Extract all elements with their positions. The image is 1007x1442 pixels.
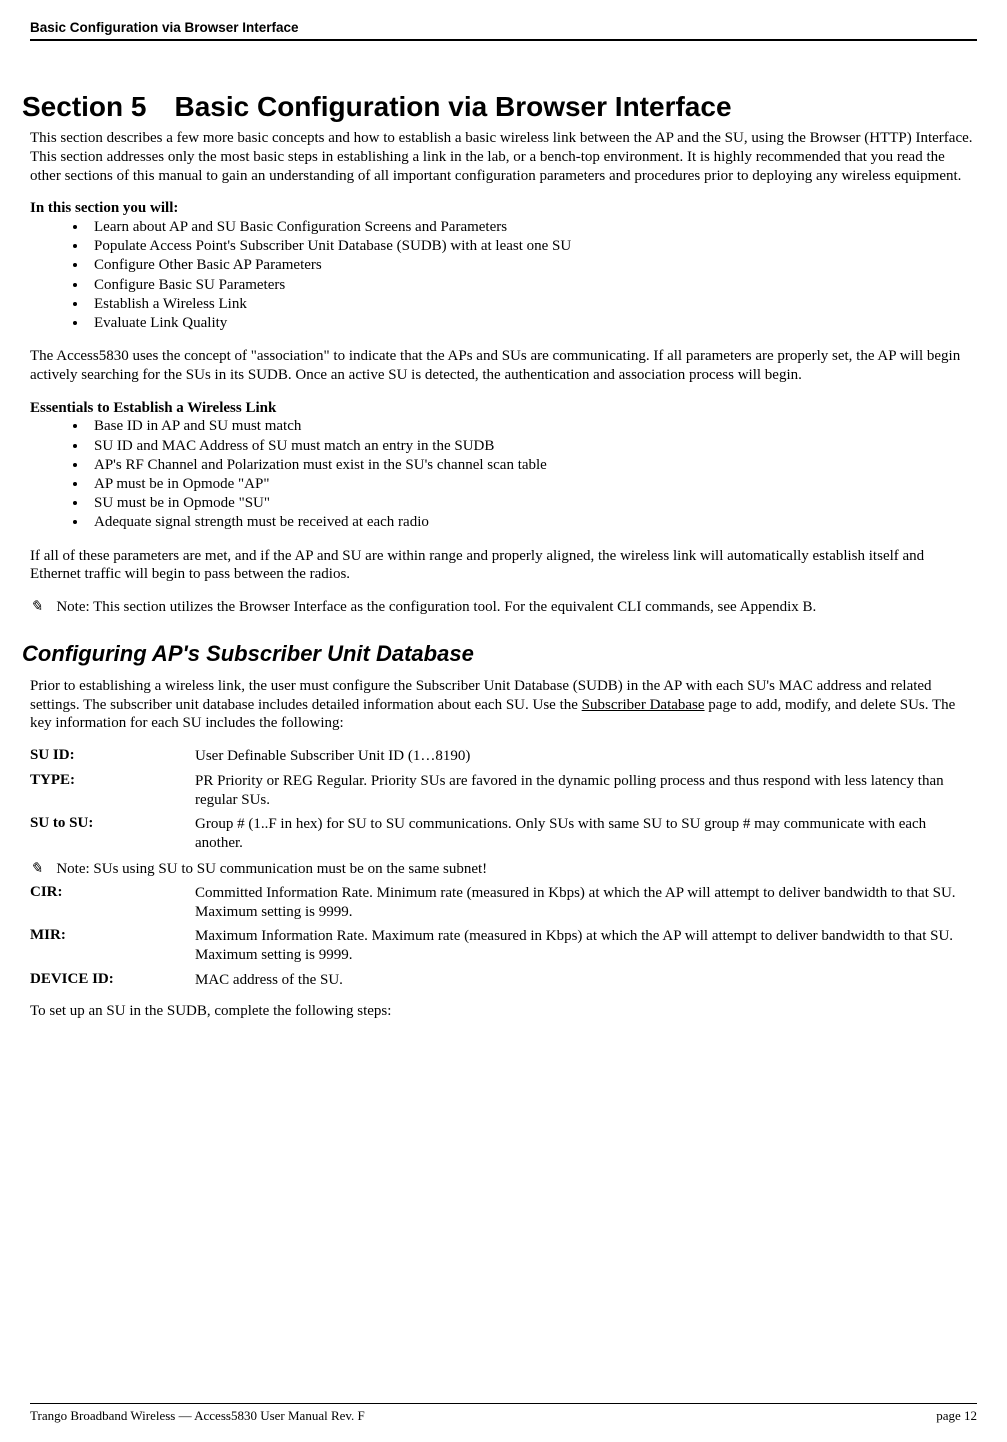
pencil-icon: ✎: [30, 861, 43, 877]
in-this-section-label: In this section you will:: [30, 199, 977, 218]
def-term: SU ID:: [30, 747, 195, 766]
note-browser-interface: ✎ Note: This section utilizes the Browse…: [30, 598, 977, 617]
def-device-id: DEVICE ID: MAC address of the SU.: [30, 971, 977, 990]
list-item: Learn about AP and SU Basic Configuratio…: [88, 218, 977, 237]
def-desc: PR Priority or REG Regular. Priority SUs…: [195, 772, 977, 810]
def-cir: CIR: Committed Information Rate. Minimum…: [30, 884, 977, 922]
list-item: Adequate signal strength must be receive…: [88, 513, 977, 532]
subheading-sudb: Configuring AP's Subscriber Unit Databas…: [22, 641, 977, 667]
list-item: SU ID and MAC Address of SU must match a…: [88, 437, 977, 456]
parameters-paragraph: If all of these parameters are met, and …: [30, 547, 977, 585]
section-title: Section 5 Basic Configuration via Browser…: [22, 91, 977, 123]
sudb-intro-paragraph: Prior to establishing a wireless link, t…: [30, 677, 977, 733]
list-item: AP's RF Channel and Polarization must ex…: [88, 456, 977, 475]
note-prefix: Note:: [56, 861, 93, 877]
footer-right: page 12: [936, 1408, 977, 1424]
list-item: Configure Basic SU Parameters: [88, 276, 977, 295]
in-this-section-list: Learn about AP and SU Basic Configuratio…: [30, 218, 977, 333]
list-item: Evaluate Link Quality: [88, 314, 977, 333]
list-item: AP must be in Opmode "AP": [88, 475, 977, 494]
list-item: SU must be in Opmode "SU": [88, 494, 977, 513]
page-footer: Trango Broadband Wireless — Access5830 U…: [30, 1403, 977, 1424]
def-desc: User Definable Subscriber Unit ID (1…819…: [195, 747, 977, 766]
header-title: Basic Configuration via Browser Interfac…: [30, 20, 299, 35]
def-type: TYPE: PR Priority or REG Regular. Priori…: [30, 772, 977, 810]
note-body: SUs using SU to SU communication must be…: [93, 861, 487, 877]
essentials-label: Essentials to Establish a Wireless Link: [30, 399, 977, 418]
def-desc: Group # (1..F in hex) for SU to SU commu…: [195, 815, 977, 853]
list-item: Establish a Wireless Link: [88, 295, 977, 314]
note-prefix: Note:: [56, 599, 93, 615]
setup-sentence: To set up an SU in the SUDB, complete th…: [30, 1002, 977, 1021]
list-item: Base ID in AP and SU must match: [88, 417, 977, 436]
def-desc: MAC address of the SU.: [195, 971, 977, 990]
footer-left: Trango Broadband Wireless — Access5830 U…: [30, 1408, 365, 1424]
intro-paragraph: This section describes a few more basic …: [30, 129, 977, 185]
def-term: MIR:: [30, 927, 195, 965]
association-paragraph: The Access5830 uses the concept of "asso…: [30, 347, 977, 385]
section-title-text: Basic Configuration via Browser Interfac…: [174, 91, 731, 122]
def-desc: Committed Information Rate. Minimum rate…: [195, 884, 977, 922]
pencil-icon: ✎: [30, 599, 43, 615]
def-su-to-su: SU to SU: Group # (1..F in hex) for SU t…: [30, 815, 977, 853]
page: Basic Configuration via Browser Interfac…: [0, 0, 1007, 1440]
note-su-subnet: ✎ Note: SUs using SU to SU communication…: [30, 859, 977, 878]
subscriber-database-link-text: Subscriber Database: [582, 697, 705, 713]
def-term: SU to SU:: [30, 815, 195, 853]
page-header: Basic Configuration via Browser Interfac…: [30, 20, 977, 41]
def-term: CIR:: [30, 884, 195, 922]
list-item: Configure Other Basic AP Parameters: [88, 256, 977, 275]
note-body: This section utilizes the Browser Interf…: [93, 599, 816, 615]
def-term: DEVICE ID:: [30, 971, 195, 990]
def-mir: MIR: Maximum Information Rate. Maximum r…: [30, 927, 977, 965]
list-item: Populate Access Point's Subscriber Unit …: [88, 237, 977, 256]
def-desc: Maximum Information Rate. Maximum rate (…: [195, 927, 977, 965]
def-term: TYPE:: [30, 772, 195, 810]
section-number: Section 5: [22, 91, 146, 122]
essentials-list: Base ID in AP and SU must match SU ID an…: [30, 417, 977, 532]
def-su-id: SU ID: User Definable Subscriber Unit ID…: [30, 747, 977, 766]
